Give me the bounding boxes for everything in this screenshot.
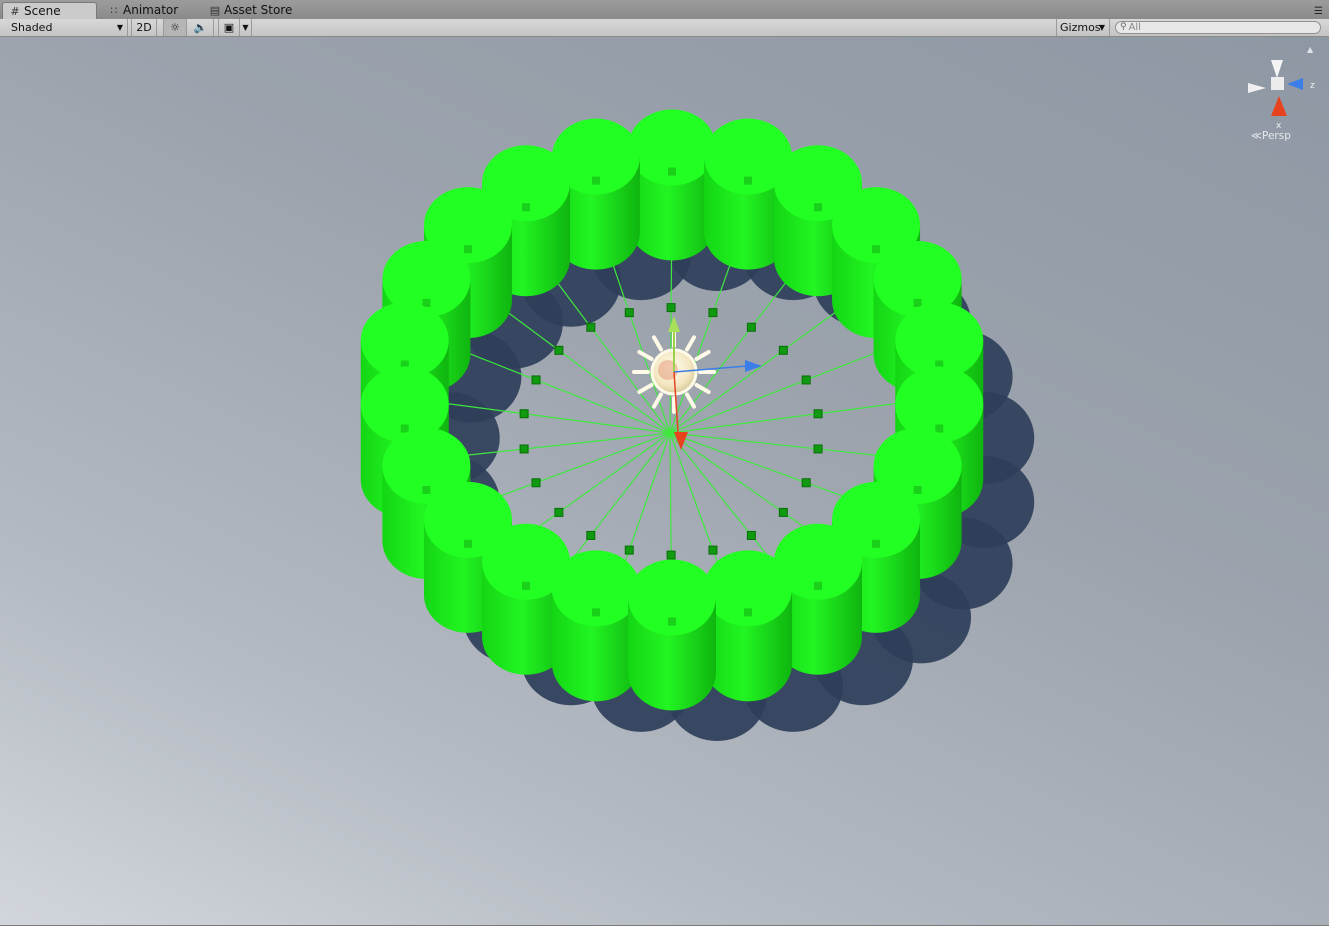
- lock-icon[interactable]: ▲: [1307, 45, 1313, 54]
- small-cube[interactable]: [531, 478, 541, 488]
- cylinder-pivot: [913, 485, 922, 494]
- image-icon: ▣: [223, 21, 235, 34]
- sun-ray: [637, 383, 654, 394]
- small-cube[interactable]: [586, 530, 596, 540]
- green-cylinder[interactable]: [704, 550, 793, 702]
- cylinder-pivot: [668, 617, 676, 626]
- search-icon: ⚲: [1120, 22, 1127, 32]
- tab-scene[interactable]: # Scene: [2, 2, 97, 19]
- effects-dropdown[interactable]: ▼: [240, 19, 252, 36]
- cylinder-pivot: [463, 245, 472, 254]
- cylinder-pivot: [400, 424, 409, 433]
- scene-canvas[interactable]: z x: [0, 37, 1329, 925]
- tab-scene-label: Scene: [24, 3, 61, 18]
- chevron-down-icon: ▼: [1098, 23, 1105, 32]
- draw-mode-label: Shaded: [11, 21, 53, 34]
- sun-icon: ☼: [170, 21, 180, 34]
- gizmo-center-cube[interactable]: [1271, 77, 1284, 90]
- cylinder-pivot: [591, 608, 600, 617]
- cylinder-pivot: [872, 539, 881, 548]
- small-cube[interactable]: [666, 303, 676, 313]
- cylinder-pivot: [813, 203, 822, 212]
- small-cube[interactable]: [624, 545, 634, 555]
- cylinder-pivot: [935, 424, 944, 433]
- gizmo-z-label: z: [1310, 81, 1315, 91]
- small-cube[interactable]: [801, 375, 811, 385]
- small-cube[interactable]: [554, 345, 564, 355]
- store-bag-icon: ▤: [209, 4, 221, 17]
- small-cube[interactable]: [624, 308, 634, 318]
- green-cylinder[interactable]: [628, 109, 716, 261]
- small-cube[interactable]: [746, 322, 756, 332]
- cylinder-pivot: [522, 581, 531, 590]
- scene-viewport[interactable]: z x ▲ ≪Persp: [0, 37, 1329, 925]
- animator-icon: ∷: [110, 4, 118, 17]
- cylinder-pivot: [872, 245, 881, 254]
- cylinder-pivot: [522, 203, 531, 212]
- green-cylinder[interactable]: [628, 559, 716, 711]
- scene-orientation-gizmo[interactable]: z x: [1248, 60, 1315, 131]
- small-cube[interactable]: [531, 375, 541, 385]
- scene-lighting-toggle[interactable]: ☼: [163, 19, 187, 36]
- cylinder-pivot: [591, 176, 600, 185]
- cylinder-pivot: [422, 299, 431, 308]
- gizmo-y-cone[interactable]: [1271, 60, 1283, 78]
- speaker-icon: 🔈: [193, 21, 208, 34]
- sun-ray: [685, 392, 696, 409]
- tab-menu-icon[interactable]: ☰: [1314, 6, 1323, 17]
- small-cube[interactable]: [519, 444, 529, 454]
- projection-chevron-icon: ≪: [1251, 130, 1262, 142]
- cylinder-pivot: [463, 539, 472, 548]
- small-cube[interactable]: [801, 478, 811, 488]
- mode-2d-button[interactable]: 2D: [131, 19, 157, 36]
- cylinder-pivot: [913, 299, 922, 308]
- small-cube[interactable]: [519, 409, 529, 419]
- small-cube[interactable]: [813, 409, 823, 419]
- tab-asset-store[interactable]: ▤ Asset Store: [209, 2, 293, 19]
- sun-ray: [652, 335, 663, 352]
- scene-audio-toggle[interactable]: 🔈: [188, 19, 214, 36]
- small-cube[interactable]: [813, 444, 823, 454]
- hierarchy-search-input[interactable]: ⚲ All: [1115, 21, 1321, 34]
- draw-mode-dropdown[interactable]: Shaded ▼: [0, 19, 128, 36]
- gizmos-label: Gizmos: [1060, 21, 1101, 34]
- tab-animator[interactable]: ∷ Animator: [108, 2, 179, 19]
- green-cylinder[interactable]: [551, 550, 640, 702]
- cylinder-pivot: [813, 581, 822, 590]
- projection-toggle[interactable]: ≪Persp: [1251, 130, 1291, 142]
- small-cube[interactable]: [586, 322, 596, 332]
- search-placeholder: All: [1128, 22, 1141, 33]
- scene-effects-toggle[interactable]: ▣: [218, 19, 240, 36]
- tab-strip: # Scene ∷ Animator ▤ Asset Store ☰: [0, 0, 1329, 20]
- small-cube[interactable]: [708, 308, 718, 318]
- projection-label: Persp: [1262, 130, 1291, 142]
- small-cube[interactable]: [554, 507, 564, 517]
- small-cube[interactable]: [778, 507, 788, 517]
- cylinder-pivot: [744, 176, 753, 185]
- gizmo-negz-cone[interactable]: [1248, 83, 1266, 93]
- chevron-down-icon: ▼: [242, 23, 249, 32]
- cylinder-pivot: [668, 167, 676, 176]
- tab-animator-label: Animator: [123, 3, 179, 17]
- gizmo-x-cone[interactable]: [1271, 96, 1287, 116]
- cylinder-pivot: [422, 485, 431, 494]
- gizmo-z-cone[interactable]: [1287, 78, 1303, 90]
- chevron-down-icon: ▼: [116, 23, 123, 32]
- cylinder-pivot: [744, 608, 753, 617]
- small-cube[interactable]: [746, 530, 756, 540]
- tab-asset-store-label: Asset Store: [224, 3, 293, 17]
- gizmos-dropdown[interactable]: Gizmos ▼: [1056, 19, 1110, 36]
- sun-ray: [685, 335, 696, 352]
- small-cube[interactable]: [708, 545, 718, 555]
- grid-icon: #: [10, 4, 20, 18]
- small-cube[interactable]: [666, 550, 676, 560]
- sun-ray: [637, 350, 654, 361]
- small-cube[interactable]: [778, 345, 788, 355]
